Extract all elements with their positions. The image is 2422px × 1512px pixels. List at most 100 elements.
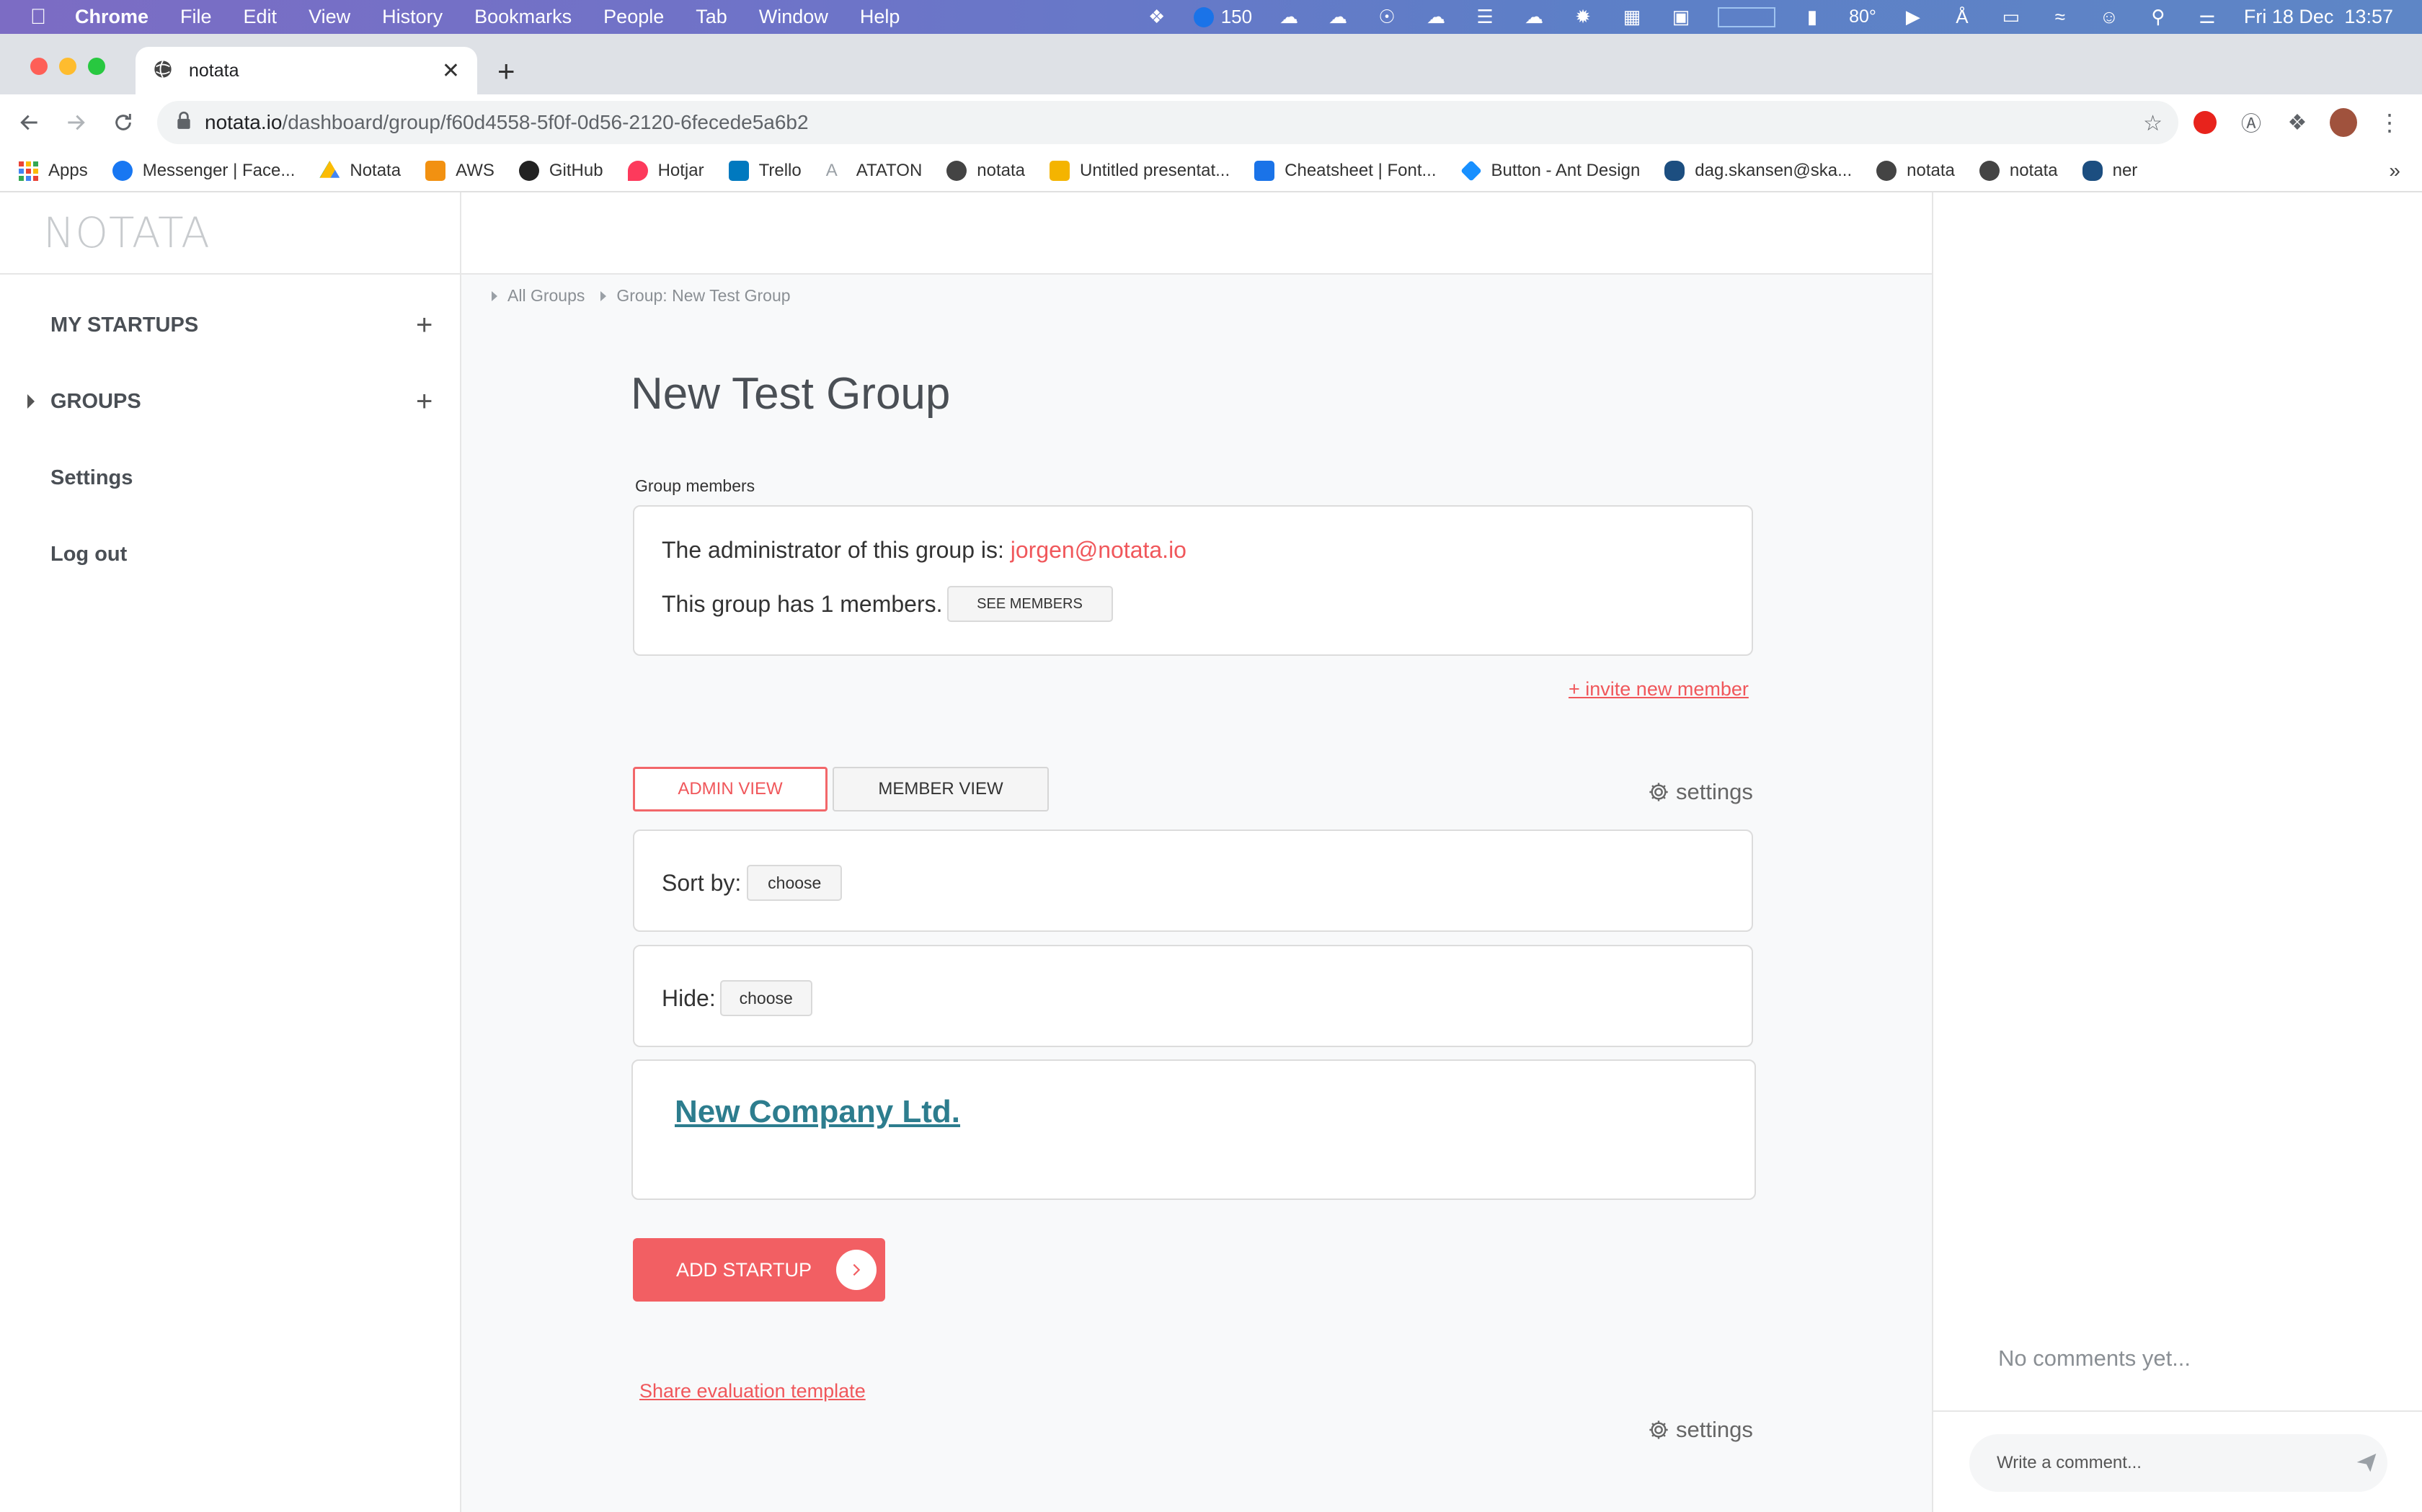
extensions-puzzle-icon[interactable]: ❖ [2284,109,2311,136]
bookmark-dag-skansen[interactable]: dag.skansen@ska... [1664,161,1852,181]
flag-icon [1254,161,1275,181]
bookmark-cheatsheet[interactable]: Cheatsheet | Font... [1254,161,1437,181]
bookmark-apps[interactable]: Apps [19,161,88,181]
aws-cube-icon [425,161,446,181]
extension-a-icon[interactable]: Ⓐ [2237,109,2265,136]
bookmark-notata-drive[interactable]: Notata [319,161,401,181]
clock[interactable]: Fri 18 Dec 13:57 [2244,6,2393,28]
battery-icon[interactable]: ▭ [1999,6,2023,28]
hide-choose-button[interactable]: choose [719,980,812,1016]
sidebar-item-logout[interactable]: Log out [0,533,461,576]
tab-member-view[interactable]: MEMBER VIEW [833,767,1049,811]
invite-new-member-link[interactable]: + invite new member [1569,678,1749,701]
menu-help[interactable]: Help [860,6,900,28]
bookmark-ant-design[interactable]: Button - Ant Design [1460,160,1640,182]
menu-view[interactable]: View [309,6,350,28]
tab-admin-view[interactable]: ADMIN VIEW [633,767,828,811]
add-group-plus-icon[interactable]: + [416,386,432,418]
bookmark-github[interactable]: GitHub [518,161,603,181]
more-bookmarks-icon[interactable]: » [2389,159,2400,182]
expand-caret-icon[interactable] [27,394,35,409]
menu-history[interactable]: History [382,6,443,28]
brain-icon[interactable]: ✹ [1571,6,1595,28]
menu-window[interactable]: Window [759,6,828,28]
bookmark-ner[interactable]: ner [2082,161,2137,181]
gear-icon [1649,1420,1668,1439]
address-bar[interactable]: notata.io/dashboard/group/f60d4558-5f0f-… [157,101,2178,144]
logo[interactable]: NOTATA [0,192,460,275]
maximize-window-button[interactable] [88,58,105,75]
menu-people[interactable]: People [603,6,664,28]
lock-icon[interactable] [176,111,192,135]
breadcrumb-current[interactable]: Group: New Test Group [616,286,790,306]
share-evaluation-template-link[interactable]: Share evaluation template [639,1380,866,1402]
add-startup-button[interactable]: ADD STARTUP [633,1238,885,1302]
status-counter[interactable]: 150 [1193,6,1252,28]
bookmark-hotjar[interactable]: Hotjar [627,161,704,181]
settings-link[interactable]: settings [1647,779,1753,805]
browser-menu-icon[interactable]: ⋮ [2376,109,2403,136]
extension-red-icon[interactable] [2191,109,2219,136]
bluetooth-icon[interactable]: Å [1950,6,1974,28]
back-icon[interactable] [14,107,45,138]
menu-bookmarks[interactable]: Bookmarks [474,6,572,28]
admin-email-link[interactable]: jorgen@notata.io [1011,537,1186,563]
send-icon[interactable] [2355,1451,2378,1477]
control-center-icon[interactable]: ⚌ [2195,6,2219,28]
menu-file[interactable]: File [180,6,212,28]
close-tab-icon[interactable]: ✕ [442,58,460,84]
menu-chrome[interactable]: Chrome [75,6,148,28]
sort-choose-button[interactable]: choose [747,865,843,901]
spotlight-search-icon[interactable]: ⚲ [2146,6,2170,28]
bookmark-notata-1[interactable]: notata [946,161,1025,181]
activity-bars-icon[interactable]: ☰ [1473,6,1497,28]
sidebar-item-settings[interactable]: Settings [0,456,461,499]
bookmark-aws[interactable]: AWS [425,161,494,181]
dropbox-icon[interactable]: ❖ [1145,6,1169,28]
close-window-button[interactable] [30,58,48,75]
bookmark-ataton[interactable]: A ATATON [826,161,923,181]
wifi-icon[interactable]: ≈ [2048,6,2072,28]
apple-menu-icon[interactable]:  [17,5,59,30]
add-startup-plus-icon[interactable]: + [416,309,432,342]
google-slides-icon [1050,161,1070,181]
play-icon[interactable]: ▶ [1901,6,1925,28]
bookmark-messenger[interactable]: Messenger | Face... [112,161,295,181]
see-members-button[interactable]: SEE MEMBERS [946,586,1113,622]
minimize-window-button[interactable] [59,58,76,75]
user-icon[interactable]: ☺ [2097,6,2121,28]
breadcrumb-all-groups[interactable]: All Groups [507,286,585,306]
bookmark-app-icon[interactable]: ▣ [1669,6,1693,28]
breadcrumb: All Groups Group: New Test Group [492,286,807,306]
bookmark-label: Trello [758,161,802,180]
layout-icon[interactable]: ▦ [1620,6,1644,28]
memory-icon[interactable]: ▮ [1800,6,1824,28]
settings-link-bottom[interactable]: settings [1647,1417,1753,1443]
menu-edit[interactable]: Edit [244,6,278,28]
avatar[interactable] [2330,108,2357,137]
sidebar-item-my-startups[interactable]: MY STARTUPS + [0,303,461,347]
menu-tab[interactable]: Tab [696,6,727,28]
bookmark-notata-2[interactable]: notata [1876,161,1955,181]
new-tab-button[interactable]: + [497,54,515,89]
password-manager-icon[interactable]: ☉ [1375,6,1399,28]
cloud-icon[interactable]: ☁ [1522,6,1546,28]
cloud-upload-icon[interactable]: ☁ [1424,6,1448,28]
sidebar-item-groups[interactable]: GROUPS + [0,380,461,423]
bookmark-untitled-presentation[interactable]: Untitled presentat... [1050,161,1230,181]
reload-icon[interactable] [108,107,138,138]
company-link[interactable]: New Company Ltd. [675,1094,960,1130]
cloud-upload-icon[interactable]: ☁ [1326,6,1350,28]
forward-icon[interactable] [61,107,91,138]
browser-tab[interactable]: notata ✕ [136,47,477,94]
comment-input[interactable] [1969,1434,2387,1492]
comments-panel: No comments yet... [1932,192,2422,1512]
divider [1933,1410,2422,1412]
cloud-upload-icon[interactable]: ☁ [1277,6,1301,28]
hide-card: Hide: choose [633,945,1753,1047]
bookmark-trello[interactable]: Trello [728,161,802,181]
bookmark-notata-3[interactable]: notata [1979,161,2058,181]
star-icon[interactable]: ☆ [2143,111,2162,136]
no-comments-text: No comments yet... [1998,1346,2191,1371]
cpu-graph-icon[interactable] [1718,6,1776,27]
